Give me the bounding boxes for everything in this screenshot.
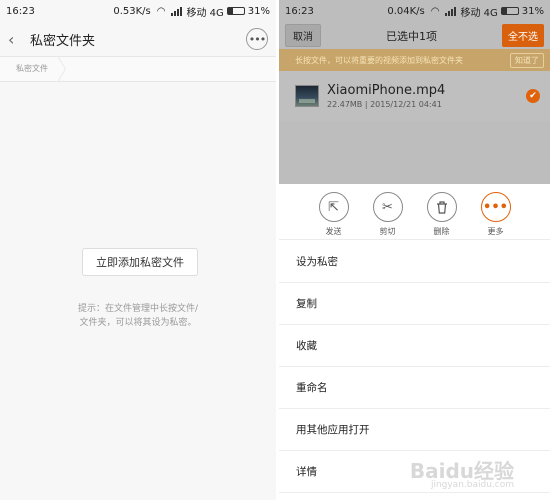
tip-banner: 长按文件，可以将重要的视频添加到私密文件夹 知道了 [279,49,550,71]
status-bar: 16:23 0.04K/s ◠ 移动 4G 31% [279,0,550,22]
deselect-all-button[interactable]: 全不选 [502,24,544,47]
wifi-icon: ◠ [156,5,166,17]
hint-line-2: 文件夹，可以将其设为私密。 [79,318,197,328]
more-icon: ••• [480,192,511,222]
signal-icon [171,6,183,16]
menu-item-favorite[interactable]: 收藏 [279,325,550,367]
trash-icon [426,192,457,222]
page-title: 私密文件夹 [30,33,96,49]
file-name: XiaomiPhone.mp4 [327,83,446,98]
more-action[interactable]: ••• 更多 [469,192,523,239]
wifi-icon: ◠ [430,5,440,17]
header: ‹ 私密文件夹 ••• [0,22,276,56]
scissors-icon: ✂ [372,192,403,222]
status-battery: 31% [521,5,544,17]
file-info: XiaomiPhone.mp4 22.47MB | 2015/12/21 04:… [327,83,526,109]
add-private-file-button[interactable]: 立即添加私密文件 [82,248,198,276]
signal-icon [445,6,457,16]
menu-item-set-private[interactable]: 设为私密 [279,241,550,283]
status-network: 移动 4G [460,7,498,19]
action-bar: ⇱ 发送 ✂ 剪切 删除 ••• 更多 [279,184,550,240]
baidu-watermark: Baidu经验 jingyan.baidu.com [410,455,514,490]
breadcrumb-item[interactable]: 私密文件 [0,56,66,82]
tip-dismiss-button[interactable]: 知道了 [510,52,544,68]
video-thumbnail [295,85,319,107]
file-row[interactable]: XiaomiPhone.mp4 22.47MB | 2015/12/21 04:… [279,71,550,121]
menu-item-copy[interactable]: 复制 [279,283,550,325]
battery-icon [500,7,519,15]
private-folder-screen: 16:23 0.53K/s ◠ 移动 4G 31% ‹ 私密文件夹 ••• 私密… [0,0,276,500]
battery-icon [226,7,245,15]
back-icon[interactable]: ‹ [8,30,26,49]
file-selection-screen: 16:23 0.04K/s ◠ 移动 4G 31% 取消 已选中1项 全不选 长… [279,0,550,500]
status-time: 16:23 [6,5,35,17]
menu-item-rename[interactable]: 重命名 [279,367,550,409]
menu-item-open-with[interactable]: 用其他应用打开 [279,409,550,451]
status-bar: 16:23 0.53K/s ◠ 移动 4G 31% [0,0,276,22]
more-options-icon[interactable]: ••• [246,28,268,50]
cut-label: 剪切 [379,227,396,236]
status-time: 16:23 [285,5,314,17]
hint-text: 提示：在文件管理中长按文件/ 文件夹，可以将其设为私密。 [50,302,226,330]
breadcrumb: 私密文件 [0,56,276,82]
file-meta: 22.47MB | 2015/12/21 04:41 [327,100,442,109]
send-action[interactable]: ⇱ 发送 [307,192,361,239]
status-speed: 0.53K/s [113,5,151,17]
selection-header: 取消 已选中1项 全不选 [279,22,550,49]
hint-line-1: 提示：在文件管理中长按文件/ [77,304,199,314]
more-label: 更多 [487,227,504,236]
cancel-button[interactable]: 取消 [285,24,321,47]
send-label: 发送 [325,227,342,236]
share-icon: ⇱ [318,192,349,222]
status-network: 移动 4G [186,7,224,19]
selection-count: 已选中1项 [386,29,437,43]
cut-action[interactable]: ✂ 剪切 [361,192,415,239]
status-speed: 0.04K/s [387,5,425,17]
tip-text: 长按文件，可以将重要的视频添加到私密文件夹 [295,55,463,65]
delete-action[interactable]: 删除 [415,192,469,239]
delete-label: 删除 [433,227,450,236]
status-battery: 31% [247,5,270,17]
checkmark-icon[interactable]: ✔ [526,89,540,103]
